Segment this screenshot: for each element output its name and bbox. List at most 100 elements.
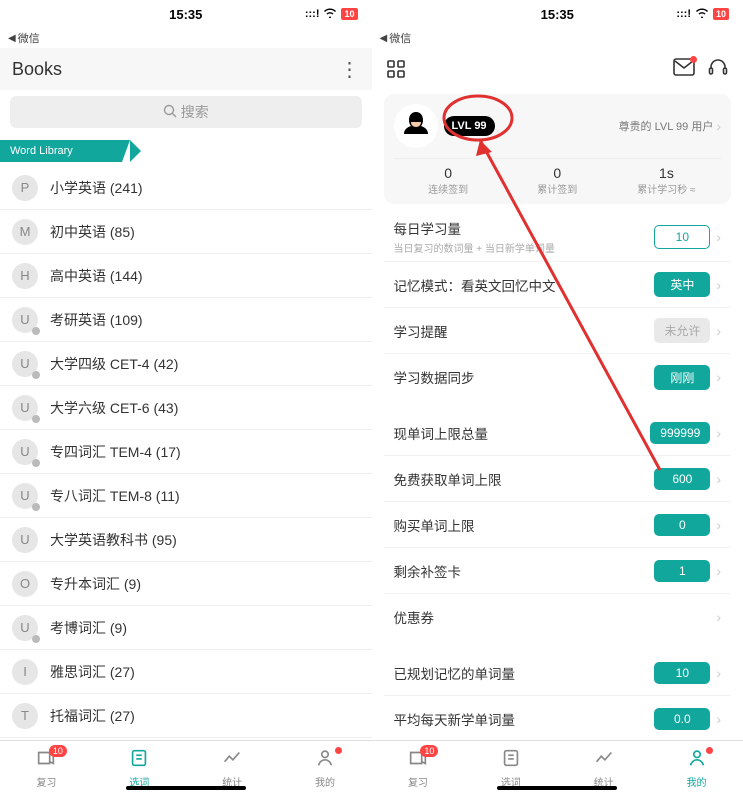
tab-我的[interactable]: 我的 bbox=[279, 741, 372, 794]
grid-icon[interactable] bbox=[386, 59, 406, 79]
stat-value: 0 bbox=[503, 165, 612, 181]
setting-group: 现单词上限总量999999›免费获取单词上限600›购买单词上限0›剩余补签卡1… bbox=[384, 410, 732, 640]
wifi-icon bbox=[695, 7, 709, 21]
tab-icon bbox=[686, 747, 708, 772]
home-indicator bbox=[497, 786, 617, 790]
stat-label: 累计签到 bbox=[503, 181, 612, 196]
wifi-icon bbox=[323, 7, 337, 21]
chevron-right-icon: › bbox=[716, 609, 721, 625]
book-row[interactable]: I雅思词汇 (27) bbox=[0, 650, 372, 694]
book-row[interactable]: U大学英语教科书 (95) bbox=[0, 518, 372, 562]
profile-header bbox=[372, 48, 743, 90]
notification-dot bbox=[335, 747, 342, 754]
home-indicator bbox=[126, 786, 246, 790]
book-row[interactable]: U大学六级 CET-6 (43) bbox=[0, 386, 372, 430]
setting-row[interactable]: 学习数据同步刚刚› bbox=[384, 354, 732, 400]
tab-icon bbox=[221, 747, 243, 772]
setting-value-pill: 10 bbox=[654, 662, 710, 684]
book-list[interactable]: P小学英语 (241)M初中英语 (85)H高中英语 (144) U 考研英语 (1… bbox=[0, 166, 372, 740]
setting-row[interactable]: 购买单词上限0› bbox=[384, 502, 732, 548]
book-row[interactable]: U大学四级 CET-4 (42) bbox=[0, 342, 372, 386]
book-name: 专升本词汇 (9) bbox=[50, 574, 360, 594]
word-library-ribbon: Word Library bbox=[0, 140, 130, 162]
setting-row[interactable]: 免费获取单词上限600› bbox=[384, 456, 732, 502]
mail-icon[interactable] bbox=[673, 58, 695, 81]
book-row[interactable]: M初中英语 (85) bbox=[0, 210, 372, 254]
book-letter-icon: U bbox=[12, 615, 38, 641]
book-name: 考研英语 (109) bbox=[50, 310, 360, 330]
setting-value-pill: 999999 bbox=[650, 422, 710, 444]
back-chevron-icon: ◀ bbox=[8, 33, 16, 44]
phone-left: 15:35 :::! 10 ◀ 微信 Books ⋮ 搜索 Word Libra… bbox=[0, 0, 372, 794]
setting-row[interactable]: 学习提醒未允许› bbox=[384, 308, 732, 354]
setting-value-pill: 0.0 bbox=[654, 708, 710, 730]
setting-label: 现单词上限总量 bbox=[394, 423, 651, 443]
tab-icon bbox=[314, 747, 336, 772]
setting-row[interactable]: 已规划记忆的单词量10› bbox=[384, 650, 732, 696]
setting-value-pill: 10 bbox=[654, 225, 710, 249]
phone-right: 15:35 :::! 10 ◀ 微信 LVL 99 bbox=[372, 0, 743, 794]
book-row[interactable]: H高中英语 (144) bbox=[0, 254, 372, 298]
setting-row[interactable]: 现单词上限总量999999› bbox=[384, 410, 732, 456]
book-row[interactable]: U专四词汇 TEM-4 (17) bbox=[0, 430, 372, 474]
tab-复习[interactable]: 10复习 bbox=[372, 741, 465, 794]
book-name: 考博词汇 (9) bbox=[50, 618, 360, 638]
status-bar: 15:35 :::! 10 bbox=[0, 0, 372, 28]
setting-label: 每日学习量当日复习的数词量 + 当日新学单词量 bbox=[394, 218, 655, 255]
tab-badge: 10 bbox=[49, 745, 67, 757]
book-row[interactable]: T托福词汇 (27) bbox=[0, 694, 372, 738]
setting-row[interactable]: 每日学习量当日复习的数词量 + 当日新学单词量10› bbox=[384, 212, 732, 262]
book-name: 初中英语 (85) bbox=[50, 222, 360, 242]
book-row[interactable]: P小学英语 (241) bbox=[0, 166, 372, 210]
battery-icon: 10 bbox=[341, 8, 357, 20]
search-placeholder: 搜索 bbox=[181, 102, 209, 122]
headset-icon[interactable] bbox=[707, 56, 729, 83]
setting-group: 每日学习量当日复习的数词量 + 当日新学单词量10›记忆模式：看英文回忆中文英中… bbox=[384, 212, 732, 400]
chevron-right-icon: › bbox=[716, 118, 721, 134]
tab-我的[interactable]: 我的 bbox=[650, 741, 743, 794]
setting-label: 剩余补签卡 bbox=[394, 561, 655, 581]
stat-value: 1s bbox=[612, 165, 721, 181]
setting-value-pill: 0 bbox=[654, 514, 710, 536]
book-row[interactable]: U 考研英语 (109) bbox=[0, 298, 372, 342]
tab-label: 复习 bbox=[408, 774, 428, 789]
tab-复习[interactable]: 10复习 bbox=[0, 741, 93, 794]
chevron-right-icon: › bbox=[716, 563, 721, 579]
avatar[interactable] bbox=[394, 104, 438, 148]
back-to-app[interactable]: ◀ 微信 bbox=[0, 28, 372, 48]
profile-card: LVL 99 尊贵的 LVL 99 用户 › 0连续签到0累计签到1s累计学习秒… bbox=[384, 94, 732, 204]
book-name: 雅思词汇 (27) bbox=[50, 662, 360, 682]
stat-value: 0 bbox=[394, 165, 503, 181]
book-row[interactable]: U 考博词汇 (9) bbox=[0, 606, 372, 650]
chevron-right-icon: › bbox=[716, 471, 721, 487]
stat-label: 连续签到 bbox=[394, 181, 503, 196]
book-letter-icon: U bbox=[12, 439, 38, 465]
back-chevron-icon: ◀ bbox=[380, 33, 388, 44]
setting-label: 学习数据同步 bbox=[394, 367, 655, 387]
setting-value-pill: 英中 bbox=[654, 272, 710, 297]
search-input[interactable]: 搜索 bbox=[10, 96, 362, 128]
book-row[interactable]: U专八词汇 TEM-8 (11) bbox=[0, 474, 372, 518]
back-to-app[interactable]: ◀ 微信 bbox=[372, 28, 743, 48]
setting-row[interactable]: 优惠券› bbox=[384, 594, 732, 640]
book-letter-icon: U bbox=[12, 483, 38, 509]
setting-row[interactable]: 平均每天新学单词量0.0› bbox=[384, 696, 732, 740]
stat-item[interactable]: 1s累计学习秒 ≈ bbox=[612, 165, 721, 196]
stat-item[interactable]: 0累计签到 bbox=[503, 165, 612, 196]
notification-dot bbox=[706, 747, 713, 754]
back-app-label: 微信 bbox=[18, 30, 40, 46]
notification-dot bbox=[690, 56, 697, 63]
chevron-right-icon: › bbox=[716, 323, 721, 339]
book-row[interactable]: O专升本词汇 (9) bbox=[0, 562, 372, 606]
book-name: 托福词汇 (27) bbox=[50, 706, 360, 726]
battery-icon: 10 bbox=[713, 8, 729, 20]
settings-list[interactable]: 每日学习量当日复习的数词量 + 当日新学单词量10›记忆模式：看英文回忆中文英中… bbox=[372, 212, 743, 740]
book-letter-icon: U bbox=[12, 307, 38, 333]
vip-user-link[interactable]: 尊贵的 LVL 99 用户 › bbox=[619, 118, 721, 134]
setting-row[interactable]: 记忆模式：看英文回忆中文英中› bbox=[384, 262, 732, 308]
setting-value-pill: 未允许 bbox=[654, 318, 710, 343]
setting-row[interactable]: 剩余补签卡1› bbox=[384, 548, 732, 594]
more-icon[interactable]: ⋮ bbox=[340, 57, 360, 82]
status-time: 15:35 bbox=[169, 7, 202, 22]
stat-item[interactable]: 0连续签到 bbox=[394, 165, 503, 196]
